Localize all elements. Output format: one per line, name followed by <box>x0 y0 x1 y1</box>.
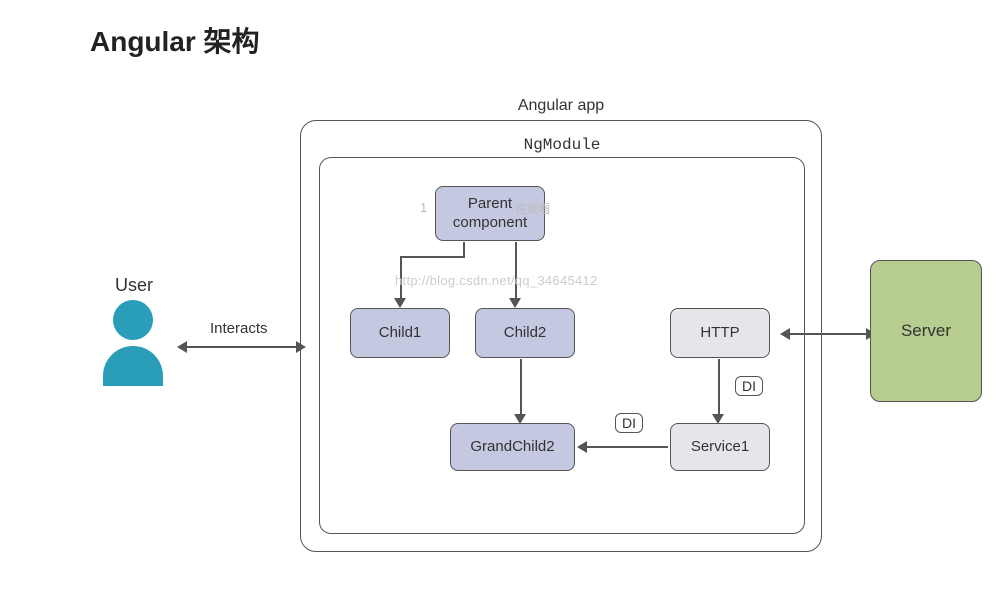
di-label-vertical: DI <box>735 376 763 396</box>
arrow-http-s1-head <box>712 414 724 424</box>
di-label-horizontal: DI <box>615 413 643 433</box>
arrow-pc1-head <box>394 298 406 308</box>
angular-app-box: Angular app NgModule Parent component Ch… <box>300 120 822 552</box>
watermark-top: 在观看 <box>515 200 551 217</box>
arrow-c2-gc2 <box>520 359 522 415</box>
arrow-http-server <box>788 333 868 335</box>
watermark-url: http://blog.csdn.net/qq_34645412 <box>395 273 598 288</box>
interacts-label: Interacts <box>210 320 268 337</box>
node-server: Server <box>870 260 982 402</box>
node-service1: Service1 <box>670 423 770 471</box>
arrow-pc1-h <box>400 256 465 258</box>
arrow-user-app <box>185 346 298 348</box>
user-icon <box>100 300 165 390</box>
arrow-pc2-head <box>509 298 521 308</box>
node-grandchild2: GrandChild2 <box>450 423 575 471</box>
watermark-number: 1 <box>420 200 427 215</box>
node-child1: Child1 <box>350 308 450 358</box>
arrow-http-server-left <box>780 328 790 340</box>
arrow-s1-gc2-head <box>577 441 587 453</box>
ngmodule-label: NgModule <box>524 136 601 154</box>
user-label: User <box>115 275 153 296</box>
arrow-s1-gc2 <box>586 446 668 448</box>
arrow-c2-gc2-head <box>514 414 526 424</box>
arrow-pc2-v <box>515 242 517 299</box>
arrow-http-s1 <box>718 359 720 415</box>
arrow-head-user-left <box>177 341 187 353</box>
angular-app-label: Angular app <box>518 97 604 115</box>
ngmodule-box: NgModule Parent component Child1 Child2 … <box>319 157 805 534</box>
page-title: Angular 架构 <box>90 20 260 60</box>
arrow-pc1-v <box>463 242 465 257</box>
node-http: HTTP <box>670 308 770 358</box>
node-child2: Child2 <box>475 308 575 358</box>
